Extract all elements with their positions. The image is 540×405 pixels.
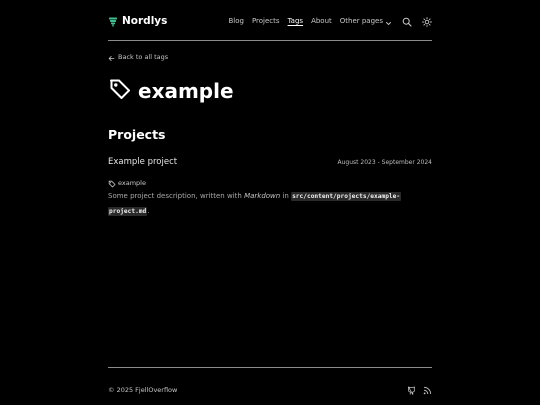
theme-toggle-button[interactable] bbox=[422, 12, 432, 31]
description-code: src/content/projects/example- bbox=[291, 192, 402, 201]
description-text: in bbox=[280, 192, 292, 200]
back-link[interactable]: Back to all tags bbox=[108, 47, 432, 66]
description-emphasis: Markdown bbox=[244, 192, 281, 200]
description-code: project.md bbox=[108, 207, 148, 216]
project-description: Some project description, written with M… bbox=[108, 189, 432, 219]
project-title-link[interactable]: Example project bbox=[108, 157, 177, 167]
description-text: . bbox=[147, 207, 150, 215]
brand-link[interactable]: Nordlys bbox=[108, 12, 167, 31]
tree-icon bbox=[108, 12, 118, 31]
other-pages-dropdown[interactable]: Other pages bbox=[340, 12, 392, 31]
arrow-left-icon bbox=[108, 47, 115, 66]
main-nav: Blog Projects Tags About Other pages bbox=[220, 12, 432, 31]
nav-blog[interactable]: Blog bbox=[228, 17, 243, 25]
nav-tags[interactable]: Tags bbox=[288, 17, 304, 25]
nav-about[interactable]: About bbox=[311, 17, 332, 25]
project-header: Example project August 2023 - September … bbox=[108, 157, 432, 167]
description-text: Some project description, written with bbox=[108, 192, 245, 200]
site-header: Nordlys Blog Projects Tags About Other p… bbox=[108, 11, 432, 31]
chevron-down-icon bbox=[385, 12, 392, 31]
other-pages-label: Other pages bbox=[339, 17, 383, 25]
brand-name: Nordlys bbox=[122, 15, 168, 27]
nav-projects[interactable]: Projects bbox=[252, 17, 280, 25]
github-icon[interactable] bbox=[407, 380, 416, 399]
section-title: Projects bbox=[108, 127, 166, 142]
site-footer: © 2025 FjellOverflow bbox=[108, 380, 432, 399]
tag-icon bbox=[108, 77, 132, 105]
back-link-label: Back to all tags bbox=[118, 52, 169, 61]
header-divider bbox=[108, 40, 432, 41]
footer-links bbox=[407, 380, 432, 399]
page-title-row: example bbox=[108, 77, 432, 105]
project-date-range: August 2023 - September 2024 bbox=[337, 159, 433, 166]
search-icon bbox=[402, 12, 412, 31]
sun-icon bbox=[422, 12, 432, 31]
rss-icon[interactable] bbox=[423, 380, 432, 399]
footer-divider bbox=[108, 367, 432, 368]
project-tag-label: example bbox=[118, 178, 146, 187]
page-title: example bbox=[138, 79, 234, 103]
search-button[interactable] bbox=[402, 12, 412, 31]
copyright-text: © 2025 FjellOverflow bbox=[108, 385, 178, 394]
